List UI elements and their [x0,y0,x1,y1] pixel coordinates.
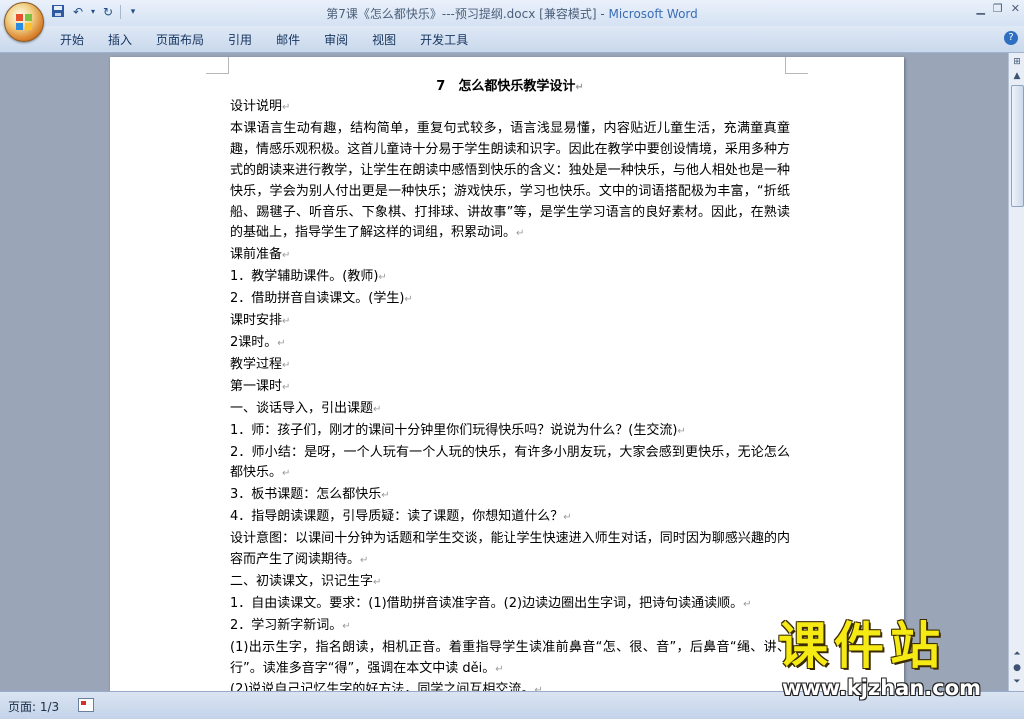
document-page[interactable]: 7 怎么都快乐教学设计↵ 设计说明↵ 本课语言生动有趣，结构简单，重复句式较多，语… [110,57,904,691]
ruler-toggle-icon[interactable]: ⊞ [1010,55,1024,69]
document-paragraph: 本课语言生动有趣，结构简单，重复句式较多，语言浅显易懂，内容贴近儿童生活，充满童… [230,120,790,241]
document-paragraph: 1．师：孩子们，刚才的课间十分钟里你们玩得快乐吗？说说为什么？(生交流)↵ [230,422,686,438]
document-paragraph: 二、初读课文，识记生字↵ [230,573,382,589]
vertical-scrollbar[interactable]: ⊞ ▲ ⏶ ● ⏷ [1008,53,1024,691]
tab-mailings[interactable]: 邮件 [264,31,312,49]
watermark-logo: 课件站 www.kjzhan.com [778,618,1018,702]
document-title: 7 怎么都快乐教学设计↵ [436,79,584,94]
document-body[interactable]: 7 怎么都快乐教学设计↵ 设计说明↵ 本课语言生动有趣，结构简单，重复句式较多，语… [230,76,790,691]
document-paragraph: 2．师小结：是呀，一个人玩有一个人玩的快乐，有许多小朋友玩，大家会感到更快乐，无… [230,444,790,481]
tab-developer[interactable]: 开发工具 [408,31,480,49]
document-paragraph: 2．学习新字新词。↵ [230,617,351,633]
window-controls: ▁ ❐ ✕ [976,2,1020,15]
scroll-up-icon[interactable]: ▲ [1010,69,1024,83]
minimize-icon[interactable]: ▁ [976,2,984,15]
ribbon: 开始 插入 页面布局 引用 邮件 审阅 视图 开发工具 ? [0,26,1024,53]
proofing-status-icon[interactable] [78,698,94,712]
app-name: Microsoft Word [608,7,698,21]
tab-references[interactable]: 引用 [216,31,264,49]
watermark-url: www.kjzhan.com [782,676,982,700]
title-separator: - [596,7,609,21]
tab-view[interactable]: 视图 [360,31,408,49]
document-paragraph: 课时安排↵ [230,313,291,329]
document-paragraph: 一、谈话导入，引出课题↵ [230,400,382,416]
document-name: 第7课《怎么都快乐》---预习提纲.docx [兼容模式] [326,7,597,21]
document-workspace: 7 怎么都快乐教学设计↵ 设计说明↵ 本课语言生动有趣，结构简单，重复句式较多，语… [0,53,1008,691]
document-paragraph: (2)说说自己记忆生字的好方法，同学之间互相交流。↵ [230,682,543,691]
document-paragraph: 1．自由读课文。要求：(1)借助拼音读准字音。(2)边读边圈出生字词，把诗句读通… [230,595,752,611]
tab-home[interactable]: 开始 [48,31,96,49]
document-paragraph: 设计意图：以课间十分钟为话题和学生交谈，能让学生快速进入师生对话，同时因为聊感兴… [230,531,790,568]
margin-corner-mark [785,57,808,74]
office-logo-icon [16,14,32,30]
tab-page-layout[interactable]: 页面布局 [144,31,216,49]
document-paragraph: 2课时。↵ [230,334,286,350]
watermark-title: 课件站 [778,617,946,675]
close-icon[interactable]: ✕ [1011,2,1020,15]
margin-corner-mark [206,57,229,74]
tab-review[interactable]: 审阅 [312,31,360,49]
document-paragraph: 设计说明↵ [230,99,291,114]
title-bar: ↶ ▾ ↻ ▾ 第7课《怎么都快乐》---预习提纲.docx [兼容模式] - … [0,0,1024,42]
document-paragraph: 教学过程↵ [230,356,291,372]
document-paragraph: (1)出示生字，指名朗读，相机正音。着重指导学生读准前鼻音“怎、很、音”，后鼻音… [230,639,790,676]
document-paragraph: 3．板书课题：怎么都快乐↵ [230,487,390,503]
document-paragraph: 1．教学辅助课件。(教师)↵ [230,269,387,285]
document-paragraph: 课前准备↵ [230,247,291,263]
page-indicator[interactable]: 页面: 1/3 [8,698,59,715]
paragraph-list: 设计说明↵ 本课语言生动有趣，结构简单，重复句式较多，语言浅显易懂，内容贴近儿童生… [230,97,790,691]
restore-icon[interactable]: ❐ [993,2,1003,15]
document-paragraph: 4．指导朗读课题，引导质疑：读了课题，你想知道什么？↵ [230,509,572,525]
office-button[interactable] [4,2,44,42]
window-title: 第7课《怎么都快乐》---预习提纲.docx [兼容模式] - Microsof… [0,5,1024,22]
document-paragraph: 第一课时↵ [230,378,291,394]
help-icon[interactable]: ? [1004,31,1018,45]
ribbon-tabs: 开始 插入 页面布局 引用 邮件 审阅 视图 开发工具 [48,31,480,49]
document-paragraph: 2．借助拼音自读课文。(学生)↵ [230,291,413,307]
scrollbar-thumb[interactable] [1011,85,1024,207]
tab-insert[interactable]: 插入 [96,31,144,49]
